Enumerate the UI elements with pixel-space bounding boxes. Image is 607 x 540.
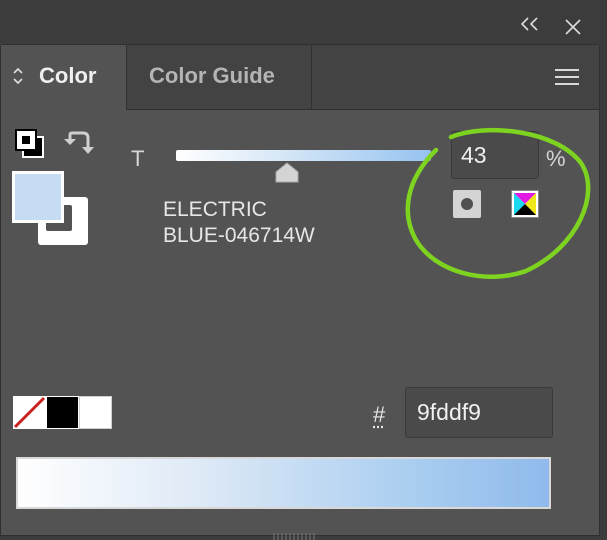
hex-label: # [373,402,386,427]
tint-label: T [131,146,145,171]
tint-slider[interactable] [176,150,431,161]
tab-strip: Color Color Guide [1,45,599,110]
color-spectrum-ramp[interactable] [16,457,551,509]
resize-grip-icon[interactable] [270,532,320,540]
spot-color-button[interactable] [511,190,539,218]
default-fill-stroke-icon[interactable] [13,127,47,161]
hamburger-menu-icon[interactable] [554,67,580,87]
hex-input[interactable] [405,387,553,438]
tab-color-label: Color [39,63,97,88]
percent-label: % [546,146,566,171]
white-swatch[interactable] [79,396,112,429]
swatch-name-line2: BLUE-046714W [163,224,315,247]
up-down-arrows-icon[interactable] [12,66,24,86]
swatch-name: ELECTRIC BLUE-046714W [163,197,423,249]
tab-color-guide-label: Color Guide [149,63,275,88]
tab-color[interactable]: Color [1,45,127,110]
fill-swatch[interactable] [12,171,64,223]
panel-title-bar [0,0,607,44]
collapse-panel-icon[interactable] [518,15,542,33]
tint-slider-handle[interactable] [275,162,299,183]
swatch-name-line1: ELECTRIC [163,198,267,221]
global-color-button[interactable] [453,190,481,218]
none-swatch[interactable] [13,396,46,429]
swap-arrow-icon[interactable] [63,127,95,159]
color-panel: Color Color Guide T % [0,44,600,536]
tab-color-guide[interactable]: Color Guide [127,45,312,109]
black-swatch[interactable] [46,396,79,429]
tint-percent-input[interactable] [451,131,539,179]
close-icon[interactable] [563,17,583,37]
